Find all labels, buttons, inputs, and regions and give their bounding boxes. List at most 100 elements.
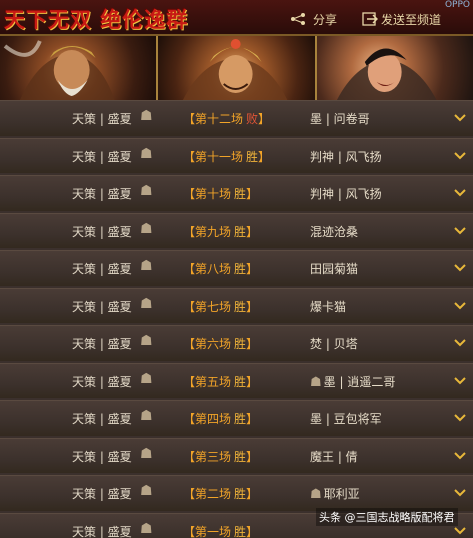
opponent-emblem-icon: ☗ [310, 487, 322, 502]
general-portrait-right [316, 36, 473, 100]
match-number: 第二场 [195, 487, 232, 501]
match-result: 胜 [234, 412, 247, 426]
warrior-figure-icon [336, 48, 437, 100]
bracket-right-icon: 】 [246, 487, 259, 501]
chevron-down-icon[interactable] [453, 149, 467, 163]
faction-emblem-icon: ☗ [140, 483, 153, 499]
chevron-down-icon[interactable] [453, 261, 467, 275]
bracket-right-icon: 】 [246, 337, 259, 351]
warrior-figure-icon [183, 39, 288, 100]
page-title: 天下无双 绝伦逸群 [4, 7, 189, 32]
chevron-down-icon[interactable] [453, 299, 467, 313]
bracket-left-icon: 【 [183, 187, 196, 201]
match-label: 【第二场 胜】 [183, 485, 295, 502]
send-icon [362, 12, 378, 26]
match-number: 第十二场 [195, 112, 244, 126]
opponent-name: 判神 | 风飞扬 [310, 187, 382, 201]
faction-emblem-icon: ☗ [140, 520, 153, 537]
bracket-left-icon: 【 [183, 524, 196, 538]
list-item[interactable]: 天策 | 盛夏 ☗ 【第十二场 败】 墨 | 问卷哥 [0, 100, 473, 136]
app-window: 天下无双 绝伦逸群 分享 发送至频道 OPPO 天策 | 盛夏 ☗ 【第十二场 … [0, 0, 473, 538]
list-item[interactable]: 天策 | 盛夏 ☗ 【第九场 胜】 混迹沧桑 [0, 212, 473, 248]
server-label: 天策 | 盛夏 [72, 149, 132, 164]
match-result: 胜 [234, 449, 247, 464]
send-label: 发送至频道 [381, 12, 442, 27]
bracket-right-icon: 】 [246, 412, 259, 426]
match-number: 第一场 [195, 524, 232, 538]
match-result: 败 [246, 112, 259, 126]
match-label: 【第一场 胜】 [183, 523, 295, 538]
opponent-name: 墨 | 逍遥二哥 [323, 374, 396, 389]
opponent-name: 耶利亚 [323, 487, 360, 501]
chevron-down-icon[interactable] [453, 449, 467, 463]
opponent-label: 田园菊猫 [310, 260, 358, 277]
bracket-right-icon: 】 [246, 299, 259, 314]
chevron-down-icon[interactable] [453, 186, 467, 200]
chevron-down-icon[interactable] [453, 336, 467, 350]
match-result: 胜 [234, 224, 247, 239]
bracket-left-icon: 【 [183, 149, 196, 164]
match-number: 第十一场 [195, 149, 244, 164]
match-result: 胜 [234, 299, 247, 314]
match-label: 【第六场 胜】 [183, 335, 295, 352]
match-number: 第四场 [195, 412, 232, 426]
opponent-name: 魔王 | 倩 [310, 449, 358, 464]
bracket-left-icon: 【 [183, 262, 196, 276]
list-item[interactable]: 天策 | 盛夏 ☗ 【第四场 胜】 墨 | 豆包将军 [0, 400, 473, 436]
chevron-down-icon[interactable] [453, 111, 467, 125]
opponent-name: 混迹沧桑 [310, 224, 359, 239]
opponent-label: ☗ 耶利亚 [310, 485, 360, 502]
faction-emblem-icon: ☗ [140, 108, 153, 124]
bracket-right-icon: 】 [246, 224, 259, 239]
list-item[interactable]: 天策 | 盛夏 ☗ 【第十场 胜】 判神 | 风飞扬 [0, 175, 473, 211]
bracket-left-icon: 【 [183, 112, 196, 126]
list-item[interactable]: 天策 | 盛夏 ☗ 【第八场 胜】 田园菊猫 [0, 250, 473, 286]
share-button[interactable]: 分享 [290, 10, 337, 28]
list-item[interactable]: 天策 | 盛夏 ☗ 【第七场 胜】 爆卡猫 [0, 287, 473, 323]
match-result: 胜 [234, 487, 247, 501]
opponent-name: 爆卡猫 [310, 299, 347, 314]
match-number: 第三场 [195, 449, 232, 464]
match-number: 第十场 [195, 187, 232, 201]
chevron-down-icon[interactable] [453, 224, 467, 238]
match-label: 【第七场 胜】 [183, 298, 295, 315]
chevron-down-icon[interactable] [453, 374, 467, 388]
opponent-label: 魔王 | 倩 [310, 448, 358, 465]
list-item[interactable]: 天策 | 盛夏 ☗ 【第二场 胜】 ☗ 耶利亚 [0, 475, 473, 511]
bracket-right-icon: 】 [258, 112, 271, 126]
faction-emblem-icon: ☗ [140, 145, 153, 162]
watermark: 头条 @三国志战略版配将君 [316, 508, 458, 526]
portrait-banner [0, 36, 473, 102]
match-label: 【第八场 胜】 [183, 260, 295, 277]
match-label: 【第四场 胜】 [183, 410, 295, 427]
bracket-right-icon: 】 [246, 187, 259, 201]
share-label: 分享 [313, 12, 338, 27]
list-item[interactable]: 天策 | 盛夏 ☗ 【第五场 胜】 ☗ 墨 | 逍遥二哥 [0, 362, 473, 398]
bracket-right-icon: 】 [246, 524, 259, 538]
server-label: 天策 | 盛夏 [72, 112, 132, 126]
list-item[interactable]: 天策 | 盛夏 ☗ 【第十一场 胜】 判神 | 风飞扬 [0, 137, 473, 173]
match-result: 胜 [234, 337, 247, 351]
opponent-label: 混迹沧桑 [310, 223, 358, 240]
bracket-left-icon: 【 [183, 449, 196, 464]
match-number: 第九场 [195, 224, 232, 239]
send-to-channel-button[interactable]: 发送至频道 [362, 10, 441, 28]
opponent-label: 焚 | 贝塔 [310, 335, 358, 352]
corner-tag: OPPO [444, 0, 470, 10]
general-portrait-left [0, 36, 159, 100]
server-label: 天策 | 盛夏 [72, 524, 132, 538]
list-item[interactable]: 天策 | 盛夏 ☗ 【第六场 胜】 焚 | 贝塔 [0, 325, 473, 361]
bracket-left-icon: 【 [183, 412, 196, 426]
list-item[interactable]: 天策 | 盛夏 ☗ 【第三场 胜】 魔王 | 倩 [0, 437, 473, 473]
server-label: 天策 | 盛夏 [72, 224, 132, 239]
battle-record-list: 天策 | 盛夏 ☗ 【第十二场 败】墨 | 问卷哥 天策 | 盛夏 ☗ 【第十一场 胜】 判神 … [0, 100, 473, 538]
chevron-down-icon[interactable] [453, 411, 467, 425]
server-label: 天策 | 盛夏 [72, 337, 132, 351]
match-label: 【第五场 胜】 [183, 373, 295, 390]
faction-emblem-icon: ☗ [140, 370, 153, 387]
chevron-down-icon[interactable] [453, 486, 467, 500]
bracket-right-icon: 】 [258, 149, 271, 164]
match-result: 胜 [234, 262, 247, 276]
match-label: 【第九场 胜】 [183, 223, 295, 240]
server-label: 天策 | 盛夏 [72, 487, 132, 501]
